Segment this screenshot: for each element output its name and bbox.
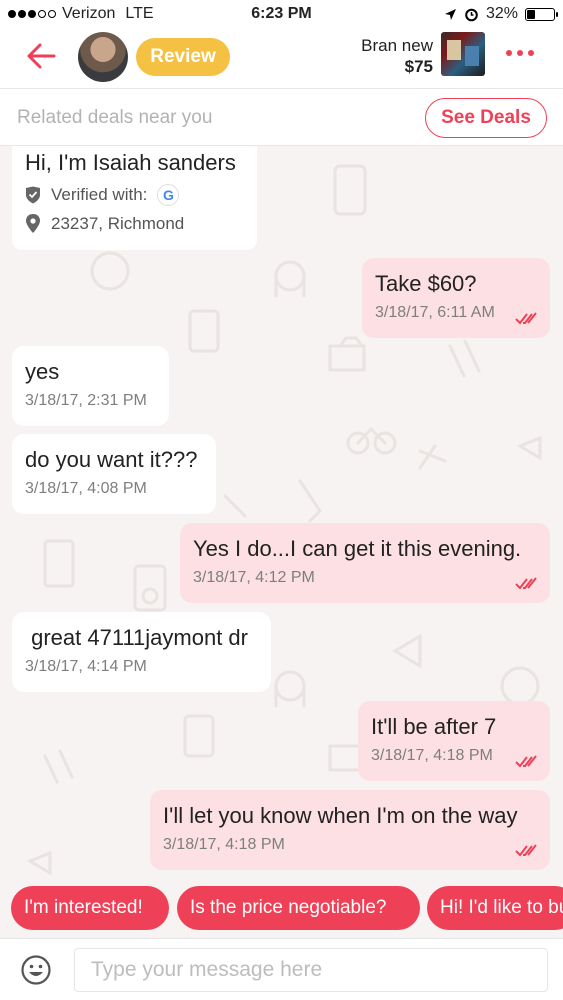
message-bubble-outgoing[interactable]: Yes I do...I can get it this evening. 3/… — [180, 523, 550, 603]
verified-label: Verified with: — [51, 185, 148, 204]
arrow-left-icon[interactable] — [22, 36, 62, 76]
alarm-clock-icon — [465, 8, 478, 21]
message-bubble-incoming[interactable]: do you want it??? 3/18/17, 4:08 PM — [12, 434, 216, 514]
message-text: yes — [25, 359, 60, 384]
double-check-icon — [515, 844, 537, 857]
status-right: 32% — [444, 5, 558, 23]
message-input[interactable] — [74, 948, 548, 992]
double-check-icon — [515, 755, 537, 768]
double-check-icon — [515, 312, 537, 325]
chat-header: Review Bran new $75 — [0, 30, 563, 88]
shield-check-icon — [26, 186, 40, 204]
message-text: do you want it??? — [25, 447, 198, 472]
avatar[interactable] — [78, 32, 128, 82]
item-thumbnail[interactable] — [441, 32, 485, 76]
message-bubble-outgoing[interactable]: I'll let you know when I'm on the way 3/… — [150, 790, 550, 870]
emoji-smiley-icon[interactable] — [20, 954, 52, 986]
battery-percent: 32% — [485, 5, 518, 22]
message-time: 3/18/17, 4:12 PM — [193, 569, 315, 586]
double-check-icon — [515, 577, 537, 590]
message-bubble-outgoing[interactable]: Take $60? 3/18/17, 6:11 AM — [362, 258, 550, 338]
map-pin-icon — [26, 214, 40, 233]
message-time: 3/18/17, 4:08 PM — [25, 480, 147, 497]
message-time: 3/18/17, 2:31 PM — [25, 392, 147, 409]
message-text: Yes I do...I can get it this evening. — [193, 536, 522, 561]
related-deals-text: Related deals near you — [17, 107, 213, 128]
location-arrow-icon — [444, 8, 456, 20]
related-deals-bar: Related deals near you See Deals — [0, 88, 563, 146]
message-bubble-outgoing[interactable]: It'll be after 7 3/18/17, 4:18 PM — [358, 701, 550, 781]
quick-reply-like-to-buy[interactable]: Hi! I'd like to buy — [427, 886, 563, 930]
more-dots-icon[interactable] — [506, 50, 534, 56]
status-bar: Verizon LTE 6:23 PM 32% — [0, 0, 563, 30]
quick-replies: I'm interested! Is the price negotiable?… — [0, 876, 563, 938]
item-info[interactable]: Bran new $75 — [361, 35, 433, 77]
see-deals-button[interactable]: See Deals — [425, 98, 547, 138]
message-text: I'll let you know when I'm on the way — [163, 803, 518, 828]
message-time: 3/18/17, 6:11 AM — [375, 304, 495, 321]
profile-card[interactable]: Hi, I'm Isaiah sanders Verified with: G … — [12, 146, 257, 250]
item-title: Bran new — [361, 36, 433, 55]
quick-reply-interested[interactable]: I'm interested! — [11, 886, 169, 930]
message-bubble-incoming[interactable]: yes 3/18/17, 2:31 PM — [12, 346, 169, 426]
quick-reply-price-negotiable[interactable]: Is the price negotiable? — [177, 886, 420, 930]
profile-name: Hi, I'm Isaiah sanders — [25, 150, 236, 175]
message-bubble-incoming[interactable]: great 47111jaymont dr 3/18/17, 4:14 PM — [12, 612, 271, 692]
message-text: Take $60? — [375, 271, 477, 296]
message-input-bar — [0, 938, 563, 1000]
message-text: great 47111jaymont dr — [25, 625, 248, 650]
message-time: 3/18/17, 4:18 PM — [371, 747, 493, 764]
location-label: 23237, Richmond — [51, 214, 185, 233]
google-logo-icon: G — [157, 184, 180, 206]
item-price: $75 — [404, 57, 433, 76]
message-time: 3/18/17, 4:14 PM — [25, 658, 147, 675]
review-button[interactable]: Review — [136, 38, 230, 76]
message-text: It'll be after 7 — [371, 714, 497, 739]
location-row: 23237, Richmond — [25, 214, 244, 234]
chat-area[interactable]: Hi, I'm Isaiah sanders Verified with: G … — [0, 146, 563, 876]
message-time: 3/18/17, 4:18 PM — [163, 836, 285, 853]
verified-row: Verified with: G — [25, 184, 244, 206]
battery-icon — [525, 7, 558, 21]
